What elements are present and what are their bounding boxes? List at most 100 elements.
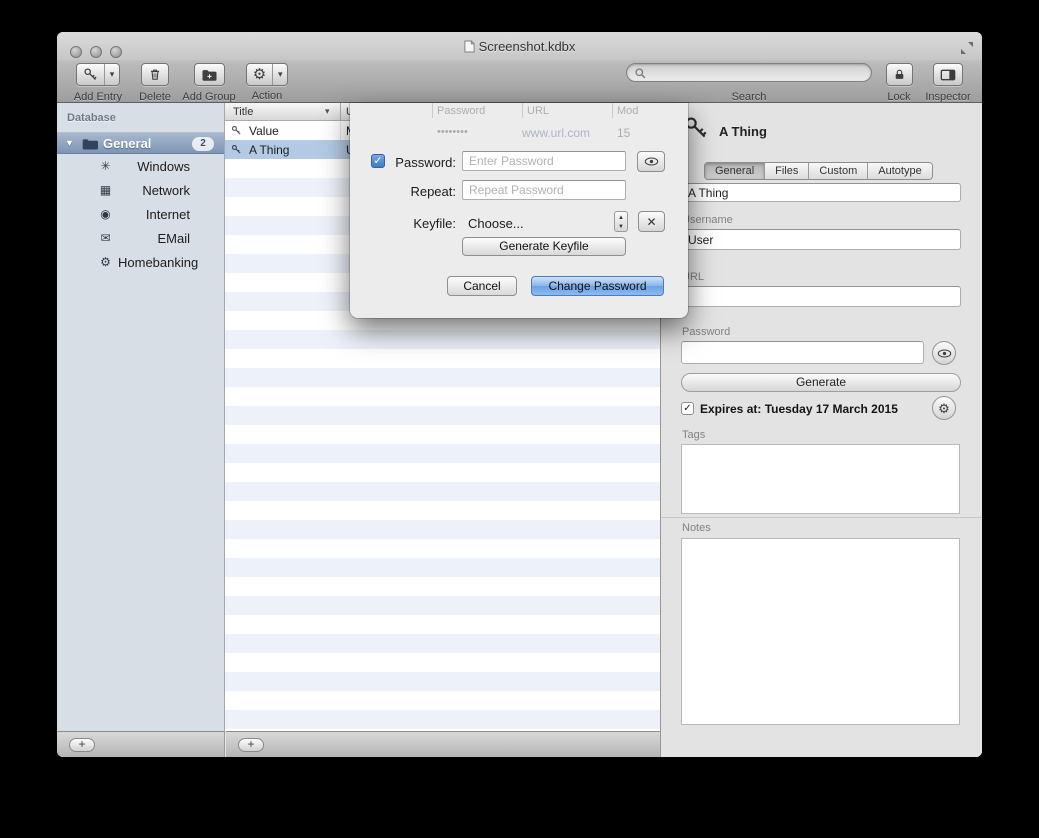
tags-input[interactable] xyxy=(681,444,960,514)
sidebar-item-label: Network xyxy=(118,183,190,198)
column-divider[interactable] xyxy=(340,103,341,121)
sidebar-group-general[interactable]: ▼ General 2 xyxy=(57,132,224,154)
generate-password-button[interactable]: Generate xyxy=(681,373,961,392)
toolbar-item-lock: Lock xyxy=(879,63,919,103)
key-icon xyxy=(77,64,104,85)
entry-title-cell: A Thing xyxy=(249,143,289,157)
ghost-password-value: •••••••• xyxy=(437,126,468,138)
search-field-wrap xyxy=(626,63,872,82)
ghost-modified-header: Mod xyxy=(617,105,638,117)
username-field[interactable] xyxy=(681,229,961,250)
chevron-down-icon[interactable]: ▾ xyxy=(272,64,287,85)
entry-title-cell: Value xyxy=(249,124,279,138)
sheet-repeat-input[interactable] xyxy=(462,180,626,200)
internet-icon: ◉ xyxy=(98,207,113,221)
title-field[interactable] xyxy=(681,183,961,202)
inspector-panel-icon xyxy=(934,64,962,85)
lock-icon xyxy=(887,64,912,85)
password-field[interactable] xyxy=(681,341,924,364)
add-entry-label: Add Entry xyxy=(63,91,133,103)
add-group-button[interactable] xyxy=(194,63,225,86)
change-password-button[interactable]: Change Password xyxy=(531,276,664,296)
disclosure-triangle-icon[interactable]: ▼ xyxy=(65,138,74,148)
expires-checkbox[interactable]: ✓ xyxy=(681,402,694,415)
tab-general[interactable]: General xyxy=(705,163,765,179)
sheet-password-input[interactable] xyxy=(462,151,626,171)
tab-autotype[interactable]: Autotype xyxy=(868,163,931,179)
inspector-tabs: General Files Custom Autotype xyxy=(704,162,933,180)
eye-icon xyxy=(644,157,659,166)
toolbar-item-inspector: Inspector xyxy=(919,63,977,103)
stepper-down-icon[interactable]: ▼ xyxy=(615,223,627,232)
key-icon xyxy=(231,144,242,158)
sheet-reveal-password-button[interactable] xyxy=(637,151,665,172)
key-icon xyxy=(231,125,242,139)
entry-list-bottom-bar: + xyxy=(226,731,660,757)
password-enable-checkbox[interactable]: ✓ xyxy=(371,154,385,168)
column-header-title[interactable]: Title xyxy=(233,106,253,118)
inspector-label: Inspector xyxy=(919,91,977,103)
clear-keyfile-button[interactable]: ✕ xyxy=(638,211,665,232)
trash-icon xyxy=(142,64,168,85)
sheet-password-label: Password: xyxy=(384,155,456,170)
reveal-password-button[interactable] xyxy=(932,341,956,365)
cancel-button[interactable]: Cancel xyxy=(447,276,517,296)
email-icon: ✉ xyxy=(98,231,113,245)
sidebar-item-homebanking[interactable]: ⚙ Homebanking xyxy=(57,252,224,274)
delete-button[interactable] xyxy=(141,63,169,86)
tab-files[interactable]: Files xyxy=(765,163,809,179)
sheet-keyfile-label: Keyfile: xyxy=(384,216,456,231)
windows-icon: ✳ xyxy=(98,159,113,173)
add-entry-plus-button[interactable]: + xyxy=(238,738,264,752)
search-input[interactable] xyxy=(649,65,863,80)
toolbar-item-search: Search xyxy=(623,63,875,103)
sidebar-item-network[interactable]: ▦ Network xyxy=(57,180,224,202)
sheet-repeat-label: Repeat: xyxy=(384,184,456,199)
inspector-toggle-button[interactable] xyxy=(933,63,963,86)
lock-button[interactable] xyxy=(886,63,913,86)
url-field[interactable] xyxy=(681,286,961,307)
expires-label: Expires at: Tuesday 17 March 2015 xyxy=(700,402,898,416)
delete-label: Delete xyxy=(133,91,177,103)
network-icon: ▦ xyxy=(98,183,113,197)
sidebar-item-label: Homebanking xyxy=(118,255,190,270)
tab-custom[interactable]: Custom xyxy=(809,163,868,179)
ghost-modified-value: 15 xyxy=(617,126,630,140)
sidebar-item-email[interactable]: ✉ EMail xyxy=(57,228,224,250)
generate-keyfile-button[interactable]: Generate Keyfile xyxy=(462,237,626,256)
keyfile-stepper[interactable]: ▲ ▼ xyxy=(614,211,628,232)
sidebar-item-internet[interactable]: ◉ Internet xyxy=(57,204,224,226)
password-label: Password xyxy=(682,326,730,338)
ghost-url-value: www.url.com xyxy=(522,126,590,140)
stepper-up-icon[interactable]: ▲ xyxy=(615,214,627,223)
window-title: Screenshot.kdbx xyxy=(57,39,982,54)
add-group-plus-button[interactable]: + xyxy=(69,738,95,752)
action-button[interactable]: ⚙ ▾ xyxy=(246,63,288,86)
folder-plus-icon xyxy=(195,64,224,85)
lock-label: Lock xyxy=(879,91,919,103)
ghost-column-divider xyxy=(432,103,433,118)
sidebar-item-windows[interactable]: ✳ Windows xyxy=(57,156,224,178)
sort-arrow-icon: ▾ xyxy=(325,106,330,117)
username-label: Username xyxy=(682,214,733,226)
toolbar-item-action: ⚙ ▾ Action xyxy=(241,63,293,102)
sidebar-item-label: EMail xyxy=(118,231,190,246)
sidebar-bottom-bar: + xyxy=(57,731,225,757)
sidebar-section-header: Database xyxy=(67,112,116,124)
search-label: Search xyxy=(623,91,875,103)
section-divider xyxy=(661,517,982,518)
notes-label: Notes xyxy=(682,522,711,534)
add-entry-button[interactable]: ▾ xyxy=(76,63,120,86)
action-label: Action xyxy=(241,90,293,102)
fullscreen-icon[interactable] xyxy=(960,41,974,55)
chevron-down-icon[interactable]: ▾ xyxy=(104,64,119,85)
keyfile-popup[interactable]: Choose... xyxy=(468,216,524,231)
add-group-label: Add Group xyxy=(177,91,241,103)
inspector-panel: A Thing General Files Custom Autotype Us… xyxy=(660,103,982,757)
expires-options-button[interactable]: ⚙ xyxy=(932,396,956,420)
search-icon xyxy=(634,67,647,80)
entry-count-badge: 2 xyxy=(192,137,214,151)
eye-icon xyxy=(937,349,952,358)
inspector-entry-title: A Thing xyxy=(719,124,767,139)
notes-input[interactable] xyxy=(681,538,960,725)
